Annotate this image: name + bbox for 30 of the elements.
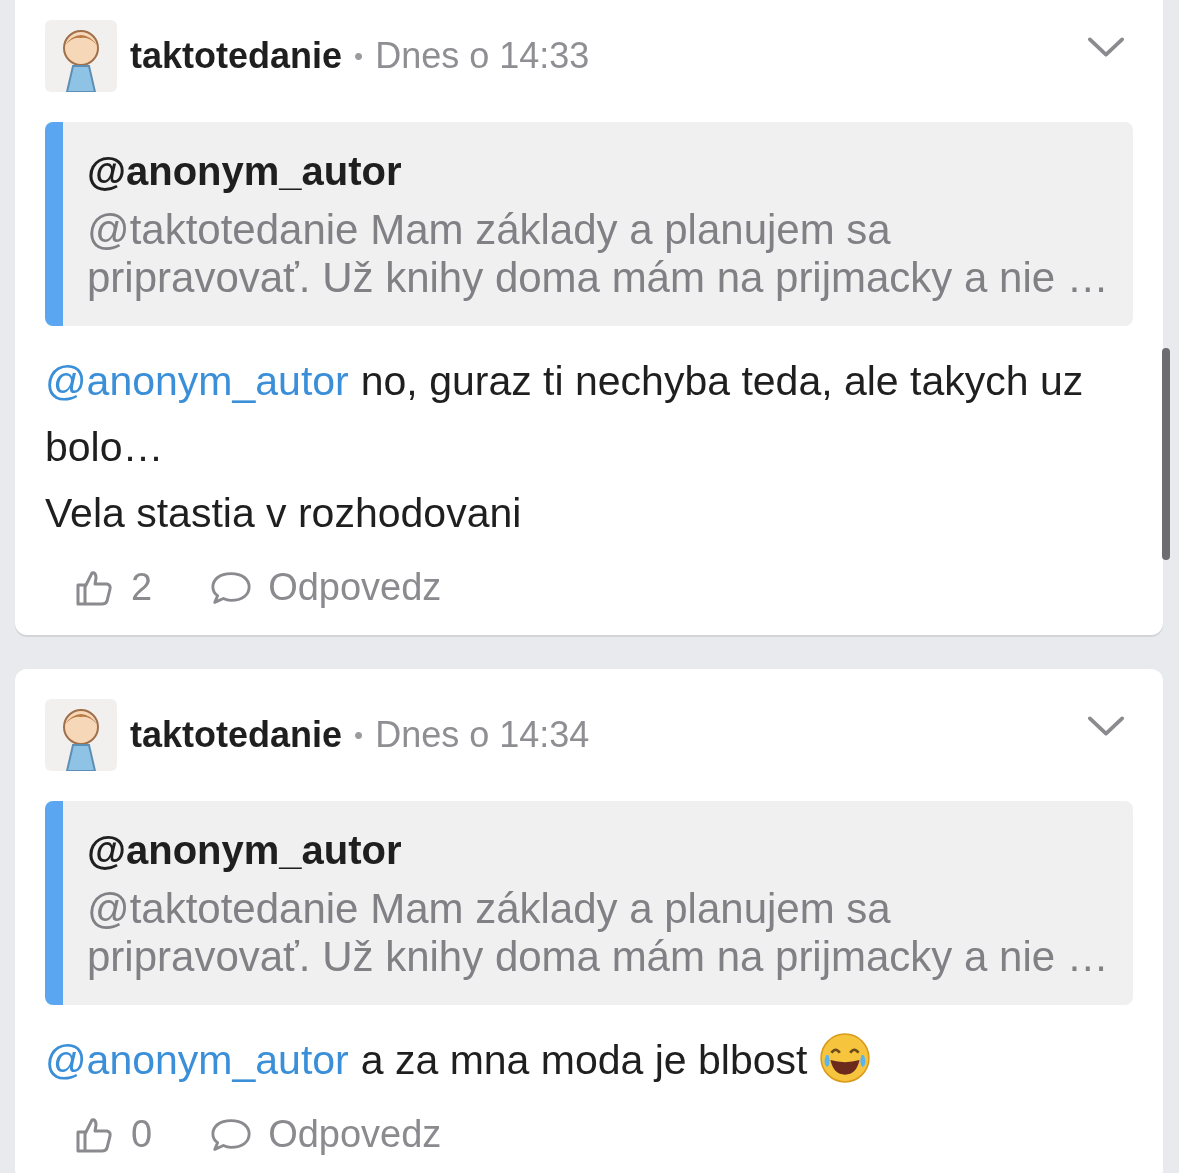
- comment-text: @anonym_autor a za mna moda je blbost: [45, 1027, 1133, 1093]
- author-name[interactable]: taktotedanie: [130, 35, 343, 77]
- quote-author: @anonym_autor: [87, 827, 403, 873]
- author-name[interactable]: taktotedanie: [130, 714, 343, 756]
- avatar-icon: [45, 699, 117, 771]
- like-count: 2: [131, 566, 153, 609]
- quote-text: @taktotedanie Mam základy a planujem sa pripravovať. Už knihy doma mám na prijmacky a nie …: [87, 885, 1109, 981]
- quote-text: @taktotedanie Mam základy a planujem sa pripravovať. Už knihy doma mám na prijmacky a nie …: [87, 206, 1109, 302]
- mention-link[interactable]: @anonym_autor: [45, 358, 349, 404]
- like-button[interactable]: 2: [73, 566, 153, 609]
- quoted-comment[interactable]: @anonym_autor @taktotedanie Mam základy a planujem sa pripravovať. Už knihy doma mám na prijmacky a nie …: [45, 801, 1133, 1005]
- timestamp: Dnes o 14:34: [375, 714, 590, 756]
- chevron-down-icon[interactable]: [1087, 35, 1125, 59]
- separator-dot: •: [354, 719, 364, 751]
- reply-label: Odpovedz: [268, 1113, 442, 1156]
- comment-text: @anonym_autor no, guraz ti nechyba teda, ale takych uz bolo…: [45, 357, 1085, 472]
- like-count: 0: [131, 1113, 153, 1156]
- reply-button[interactable]: Odpovedz: [210, 566, 442, 609]
- mention-link[interactable]: @anonym_autor: [45, 1037, 349, 1083]
- separator-dot: •: [354, 40, 364, 72]
- like-button[interactable]: 0: [73, 1113, 153, 1156]
- comment-text: Vela stastia v rozhodovani: [45, 489, 523, 538]
- scrollbar[interactable]: [1162, 348, 1170, 560]
- reply-label: Odpovedz: [268, 566, 442, 609]
- timestamp: Dnes o 14:33: [375, 35, 590, 77]
- quote-author: @anonym_autor: [87, 148, 403, 194]
- chevron-down-icon[interactable]: [1087, 714, 1125, 738]
- avatar-icon: [45, 20, 117, 92]
- reply-button[interactable]: Odpovedz: [210, 1113, 442, 1156]
- quoted-comment[interactable]: @anonym_autor @taktotedanie Mam základy a planujem sa pripravovať. Už knihy doma mám na prijmacky a nie …: [45, 122, 1133, 326]
